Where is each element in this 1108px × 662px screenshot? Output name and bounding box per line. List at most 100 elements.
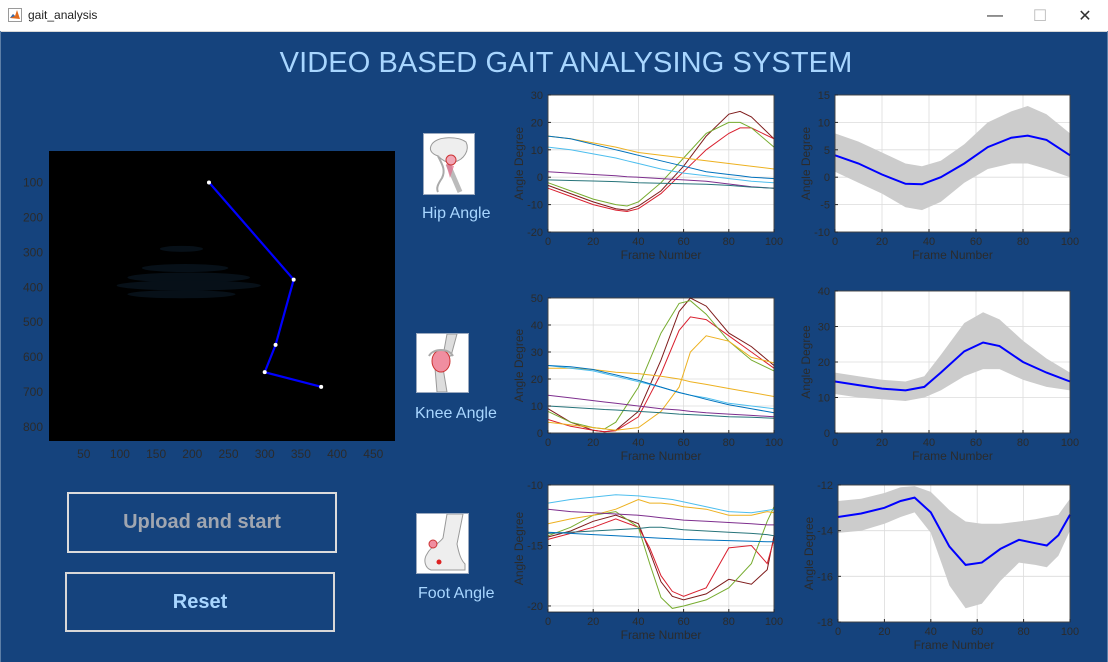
knee-joint-icon: [416, 333, 469, 393]
y-tick-label: 10: [818, 117, 830, 129]
y-tick-label: 200: [23, 210, 43, 224]
y-tick-label: -10: [527, 200, 543, 212]
y-axis-label: Angle Degree: [799, 126, 813, 200]
y-tick-label: 40: [818, 286, 830, 298]
x-tick-label: 80: [1017, 236, 1029, 248]
plot-area: [548, 95, 774, 232]
x-tick-label: 100: [765, 236, 783, 248]
y-tick-label: 10: [531, 145, 543, 157]
hip-raw-axes: 0 20 40 60 80 100 -20 -10 0 10 20 30 Frame Number Ang…: [512, 90, 783, 262]
x-tick-label: 0: [832, 437, 838, 449]
joint-marker: [319, 384, 324, 389]
x-tick-label: 20: [587, 236, 599, 248]
y-tick-label: 0: [824, 172, 830, 184]
window-title: gait_analysis: [28, 8, 98, 22]
y-tick-label: 20: [531, 117, 543, 129]
silhouette-shadow: [141, 264, 229, 273]
y-tick-label: 300: [23, 245, 43, 259]
y-tick-label: 10: [818, 393, 830, 405]
reset-button[interactable]: Reset: [65, 572, 335, 632]
x-tick-label: 0: [835, 626, 841, 638]
close-button[interactable]: ✕: [1062, 0, 1108, 31]
x-tick-label: 40: [925, 626, 937, 638]
x-tick-label: 400: [327, 447, 347, 461]
y-tick-label: 0: [537, 172, 543, 184]
y-axis-label: Angle Degree: [799, 325, 813, 399]
y-tick-label: 700: [23, 385, 43, 399]
foot-angle-label: Foot Angle: [418, 585, 495, 602]
x-tick-label: 250: [218, 447, 238, 461]
joint-marker: [206, 180, 211, 185]
y-tick-label: -14: [817, 526, 833, 538]
x-tick-label: 0: [545, 236, 551, 248]
x-tick-label: 0: [832, 236, 838, 248]
x-tick-label: 60: [677, 437, 689, 449]
y-tick-label: 40: [531, 320, 543, 332]
joint-marker: [273, 342, 278, 347]
y-tick-label: 20: [818, 357, 830, 369]
y-tick-label: 30: [531, 347, 543, 359]
y-tick-label: 0: [537, 428, 543, 440]
y-tick-label: 10: [531, 401, 543, 413]
y-tick-label: 15: [818, 90, 830, 102]
y-tick-label: 30: [818, 322, 830, 334]
y-tick-label: 400: [23, 280, 43, 294]
y-axis-label: Angle Degree: [512, 511, 526, 585]
x-tick-label: 40: [923, 437, 935, 449]
foot-joint-icon: [416, 513, 469, 574]
x-tick-label: 100: [1061, 236, 1079, 248]
x-tick-label: 0: [545, 437, 551, 449]
x-tick-label: 40: [632, 437, 644, 449]
x-tick-label: 60: [971, 626, 983, 638]
y-tick-label: 30: [531, 90, 543, 102]
maximize-button[interactable]: ☐: [1017, 0, 1063, 31]
upload-and-start-button[interactable]: Upload and start: [67, 492, 337, 553]
y-tick-label: -5: [820, 200, 830, 212]
x-tick-label: 60: [970, 236, 982, 248]
window-titlebar: gait_analysis — ☐ ✕: [0, 0, 1108, 32]
x-tick-label: 40: [632, 236, 644, 248]
y-tick-label: 20: [531, 374, 543, 386]
joint-marker: [262, 370, 267, 375]
x-tick-label: 40: [923, 236, 935, 248]
x-tick-label: 200: [182, 447, 202, 461]
x-tick-label: 450: [363, 447, 383, 461]
x-tick-label: 100: [765, 616, 783, 628]
y-tick-label: 50: [531, 293, 543, 305]
x-tick-label: 20: [876, 236, 888, 248]
x-tick-label: 100: [1061, 437, 1079, 449]
y-tick-label: -16: [817, 571, 833, 583]
hip-joint-icon: [423, 133, 475, 195]
plot-area: [548, 485, 774, 612]
x-axis-label: Frame Number: [912, 248, 993, 262]
x-axis-label: Frame Number: [621, 248, 702, 262]
x-tick-label: 80: [723, 616, 735, 628]
x-tick-label: 20: [876, 437, 888, 449]
knee-raw-axes: 0 20 40 60 80 100 0 10 20 30 40 50 Frame Number Angle…: [512, 293, 783, 463]
minimize-button[interactable]: —: [972, 0, 1018, 31]
foot-raw-axes: 0 20 40 60 80 100 -20 -15 -10 Frame Number Angle D…: [512, 480, 783, 642]
y-tick-label: 100: [23, 175, 43, 189]
x-axis-label: Frame Number: [621, 628, 702, 642]
x-tick-label: 100: [765, 437, 783, 449]
y-axis-label: Angle Degree: [512, 328, 526, 402]
y-tick-label: 500: [23, 315, 43, 329]
x-tick-label: 80: [1017, 626, 1029, 638]
matlab-app-icon: [8, 8, 22, 22]
x-tick-label: 100: [1061, 626, 1079, 638]
x-tick-label: 80: [723, 437, 735, 449]
x-axis-label: Frame Number: [621, 449, 702, 463]
y-tick-label: -10: [814, 227, 830, 239]
y-axis-label: Angle Degree: [512, 126, 526, 200]
x-tick-label: 300: [255, 447, 275, 461]
y-axis-label: Angle Degree: [802, 516, 816, 590]
knee-angle-label: Knee Angle: [415, 405, 497, 422]
y-tick-label: -18: [817, 617, 833, 629]
x-tick-label: 0: [545, 616, 551, 628]
knee-mean-axes: 0 20 40 60 80 100010203040Frame NumberAngle D…: [799, 286, 1079, 463]
x-tick-label: 100: [110, 447, 130, 461]
silhouette-shadow: [159, 245, 204, 252]
y-tick-label: 800: [23, 420, 43, 434]
silhouette-shadow: [116, 280, 261, 291]
x-tick-label: 60: [970, 437, 982, 449]
